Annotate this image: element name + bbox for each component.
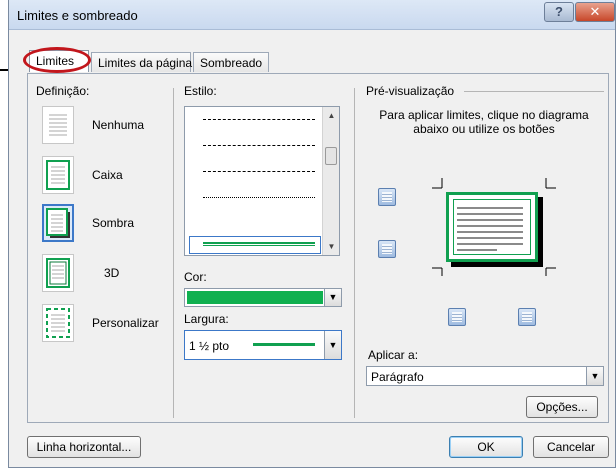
width-value: 1 ½ pto: [189, 339, 230, 353]
estilo-heading: Estilo:: [184, 84, 217, 98]
setting-box-label: Caixa: [92, 168, 123, 182]
title-bar: Limites e sombreado ? ✕: [9, 0, 615, 30]
window-title: Limites e sombreado: [17, 8, 138, 23]
preview-text-line: [457, 243, 523, 245]
none-icon: [42, 106, 74, 144]
tab-panel: Definição: Nenhuma Caixa Sombra 3D Perso…: [27, 73, 609, 423]
divider-left: [173, 88, 174, 418]
preview-heading-rule: [464, 91, 604, 92]
preview-text-line: [457, 249, 497, 251]
setting-3d-label: 3D: [104, 266, 120, 280]
preview-text-line: [457, 231, 523, 233]
largura-heading: Largura:: [184, 312, 229, 326]
style-option-dense-dash[interactable]: [203, 119, 315, 120]
preview-heading: Pré-visualização: [366, 84, 455, 98]
chevron-down-icon[interactable]: ▼: [324, 289, 341, 306]
color-dropdown[interactable]: ▼: [184, 288, 342, 307]
apply-heading: Aplicar a:: [368, 348, 419, 362]
style-scrollbar[interactable]: ▲ ▼: [322, 107, 339, 255]
apply-to-value: Parágrafo: [371, 370, 424, 384]
apply-to-dropdown[interactable]: Parágrafo ▼: [366, 366, 604, 386]
help-button[interactable]: ?: [544, 2, 574, 22]
preview-text-line: [457, 225, 523, 227]
width-line-sample: [253, 343, 315, 346]
right-border-button[interactable]: [518, 308, 536, 326]
preview-text-line: [457, 219, 523, 221]
definicao-heading: Definição:: [36, 84, 90, 98]
setting-box[interactable]: Caixa: [42, 156, 177, 200]
scroll-down-icon[interactable]: ▼: [323, 238, 340, 255]
tab-limites-label: Limites: [36, 54, 75, 68]
setting-none[interactable]: Nenhuma: [42, 106, 177, 150]
width-dropdown[interactable]: 1 ½ pto ▼: [184, 330, 342, 360]
options-button[interactable]: Opções...: [526, 396, 598, 418]
divider-right: [354, 88, 355, 418]
cancel-button[interactable]: Cancelar: [533, 436, 609, 458]
tab-sombreado-label: Sombreado: [200, 56, 263, 70]
top-border-button[interactable]: [378, 188, 396, 206]
setting-custom[interactable]: Personalizar: [42, 304, 177, 348]
setting-shadow-label: Sombra: [92, 216, 135, 230]
box-icon: [42, 156, 74, 194]
3d-icon: [42, 254, 74, 292]
chevron-down-icon[interactable]: ▼: [586, 367, 603, 385]
setting-none-label: Nenhuma: [92, 118, 145, 132]
preview-instructions: Para aplicar limites, clique no diagrama…: [379, 108, 589, 136]
tab-limites[interactable]: Limites: [29, 50, 89, 72]
cor-heading: Cor:: [184, 270, 207, 284]
shadow-icon: [42, 204, 74, 242]
close-button[interactable]: ✕: [575, 2, 615, 22]
setting-shadow[interactable]: Sombra: [42, 204, 177, 248]
ok-button[interactable]: OK: [449, 436, 523, 458]
color-swatch: [187, 291, 323, 304]
scroll-up-icon[interactable]: ▲: [323, 107, 340, 124]
custom-icon: [42, 304, 74, 342]
tab-limites-da-pagina-label: Limites da página: [98, 56, 193, 70]
preview-diagram[interactable]: [446, 192, 538, 262]
horizontal-line-button[interactable]: Linha horizontal...: [27, 436, 141, 458]
chevron-down-icon[interactable]: ▼: [324, 331, 341, 359]
preview-text-line: [457, 207, 523, 209]
scroll-thumb[interactable]: [325, 147, 337, 165]
style-option-dash[interactable]: [203, 145, 315, 146]
preview-text-line: [457, 237, 523, 239]
preview-text-line: [457, 213, 523, 215]
style-listbox[interactable]: ▲ ▼: [184, 106, 340, 256]
left-border-button[interactable]: [448, 308, 466, 326]
tab-sombreado[interactable]: Sombreado: [193, 52, 269, 72]
bottom-border-button[interactable]: [378, 240, 396, 258]
style-double-line: [203, 242, 315, 246]
style-option-dash-dot-dot[interactable]: [203, 197, 315, 198]
dialog-window: Limites e sombreado ? ✕ Limites Limites …: [8, 0, 616, 468]
setting-custom-label: Personalizar: [92, 316, 159, 330]
tab-limites-da-pagina[interactable]: Limites da página: [91, 52, 193, 72]
setting-3d[interactable]: 3D: [42, 254, 177, 298]
style-option-dash-dot[interactable]: [203, 171, 315, 172]
